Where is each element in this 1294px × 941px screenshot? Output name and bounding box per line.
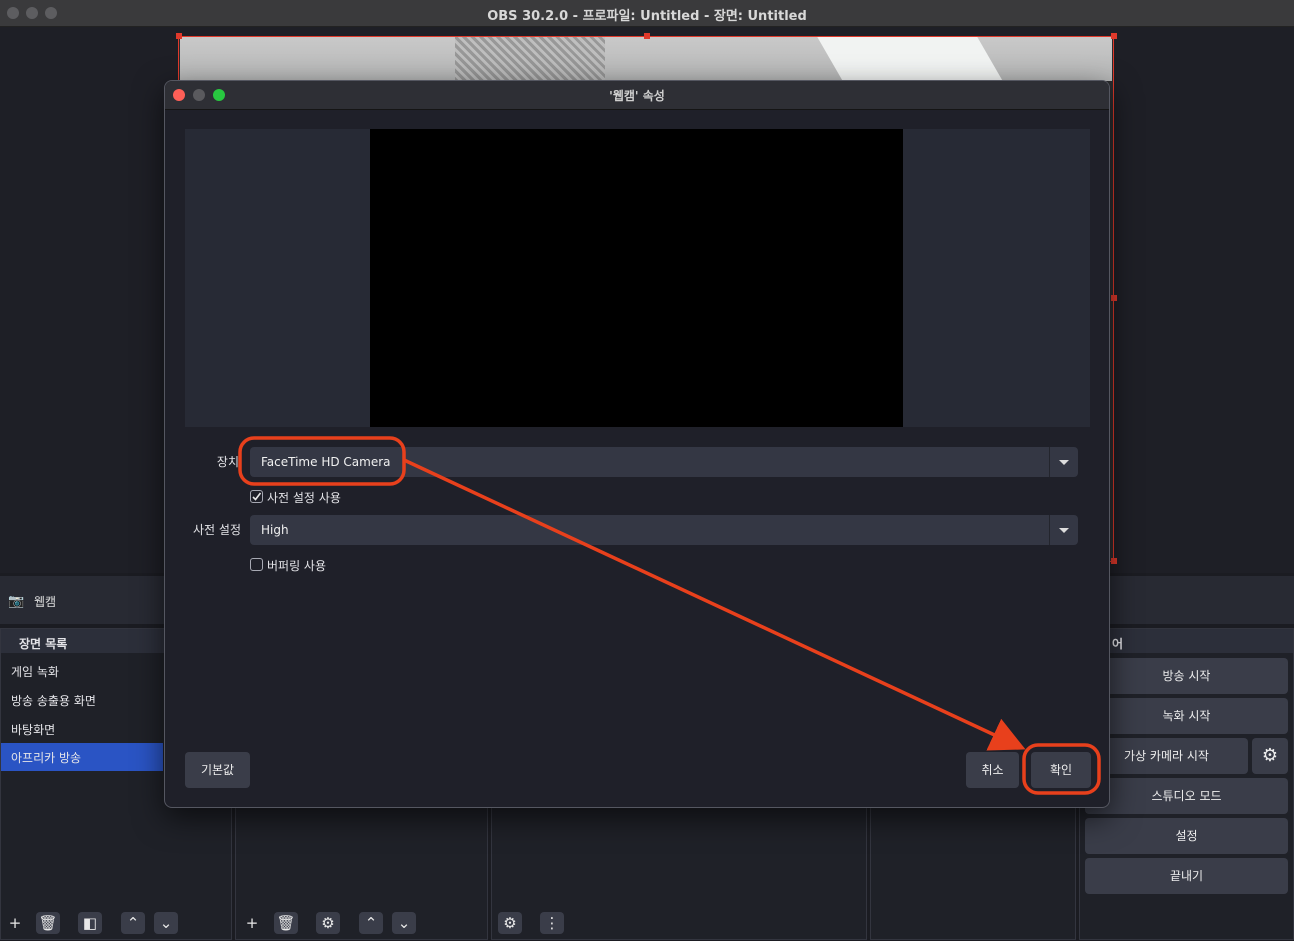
device-select-value: FaceTime HD Camera xyxy=(261,455,391,469)
check-icon xyxy=(252,492,262,501)
resize-handle[interactable] xyxy=(644,33,650,39)
gear-icon: ⚙ xyxy=(1261,745,1279,766)
trash-icon: 🗑 xyxy=(38,914,58,932)
start-recording-button[interactable]: 녹화 시작 xyxy=(1085,698,1288,734)
chevron-down-icon: ⌄ xyxy=(397,914,411,932)
source-label[interactable]: 웹캠 xyxy=(34,593,56,610)
move-source-down-button[interactable]: ⌄ xyxy=(392,912,416,934)
trash-icon: 🗑 xyxy=(276,914,296,932)
mixer-settings-button[interactable]: ⚙ xyxy=(498,912,522,934)
start-streaming-button[interactable]: 방송 시작 xyxy=(1085,658,1288,694)
studio-mode-button[interactable]: 스튜디오 모드 xyxy=(1085,778,1288,814)
mixer-menu-button[interactable]: ⋮ xyxy=(540,912,564,934)
settings-button[interactable]: 설정 xyxy=(1085,818,1288,854)
cancel-button[interactable]: 취소 xyxy=(966,752,1019,788)
source-properties-button[interactable]: ⚙ xyxy=(316,912,340,934)
resize-handle[interactable] xyxy=(1111,558,1117,564)
move-scene-up-button[interactable]: ⌃ xyxy=(121,912,145,934)
add-source-button[interactable]: + xyxy=(240,912,264,934)
filter-icon: ◧ xyxy=(82,914,98,932)
plus-icon: + xyxy=(245,914,259,932)
ceiling-vent-image xyxy=(455,37,605,81)
ceiling-light-image xyxy=(817,37,1003,81)
remove-scene-button[interactable]: 🗑 xyxy=(36,912,60,934)
resize-handle[interactable] xyxy=(1111,295,1117,301)
preset-select-value: High xyxy=(261,523,289,537)
buffering-checkbox[interactable] xyxy=(250,558,263,571)
device-label: 장치 xyxy=(216,455,239,469)
add-scene-button[interactable]: + xyxy=(3,912,27,934)
scene-filter-button[interactable]: ◧ xyxy=(78,912,102,934)
ok-button[interactable]: 확인 xyxy=(1031,752,1091,788)
scene-item[interactable]: 게임 녹화 xyxy=(1,657,163,685)
chevron-down-icon[interactable] xyxy=(1049,447,1078,477)
resize-handle[interactable] xyxy=(176,33,182,39)
dialog-preview-video xyxy=(370,129,903,427)
chevron-down-icon[interactable] xyxy=(1049,515,1078,545)
use-preset-checkbox[interactable] xyxy=(250,490,263,503)
scene-item[interactable]: 바탕화면 xyxy=(1,715,163,743)
device-select[interactable]: FaceTime HD Camera xyxy=(250,447,1078,477)
controls-dock-title: 어 xyxy=(1080,629,1293,653)
move-scene-down-button[interactable]: ⌄ xyxy=(154,912,178,934)
virtual-camera-settings-button[interactable]: ⚙ xyxy=(1252,738,1288,774)
gear-icon: ⚙ xyxy=(321,914,335,932)
exit-button[interactable]: 끝내기 xyxy=(1085,858,1288,894)
main-titlebar: OBS 30.2.0 - 프로파일: Untitled - 장면: Untitl… xyxy=(0,0,1294,27)
resize-handle[interactable] xyxy=(1111,33,1117,39)
dialog-titlebar: '웹캠' 속성 xyxy=(165,81,1109,110)
chevron-up-icon: ⌃ xyxy=(364,914,378,932)
defaults-button[interactable]: 기본값 xyxy=(185,752,250,788)
chevron-up-icon: ⌃ xyxy=(126,914,140,932)
gear-icon: ⚙ xyxy=(503,914,517,932)
window-title: OBS 30.2.0 - 프로파일: Untitled - 장면: Untitl… xyxy=(487,9,807,24)
use-preset-label: 사전 설정 사용 xyxy=(267,491,341,505)
move-source-up-button[interactable]: ⌃ xyxy=(359,912,383,934)
camera-icon: 📷 xyxy=(8,594,25,609)
remove-source-button[interactable]: 🗑 xyxy=(274,912,298,934)
chevron-down-icon: ⌄ xyxy=(159,914,173,932)
scene-item-selected[interactable]: 아프리카 방송 xyxy=(1,743,163,771)
buffering-label: 버퍼링 사용 xyxy=(267,559,327,573)
dialog-title: '웹캠' 속성 xyxy=(609,89,665,103)
scene-item[interactable]: 방송 송출용 화면 xyxy=(1,686,163,714)
preset-select[interactable]: High xyxy=(250,515,1078,545)
plus-icon: + xyxy=(8,914,22,932)
properties-dialog: '웹캠' 속성 장치 FaceTime HD Camera 사전 설정 사용 사… xyxy=(164,80,1110,808)
preset-label: 사전 설정 xyxy=(193,523,241,537)
more-icon: ⋮ xyxy=(544,914,560,932)
